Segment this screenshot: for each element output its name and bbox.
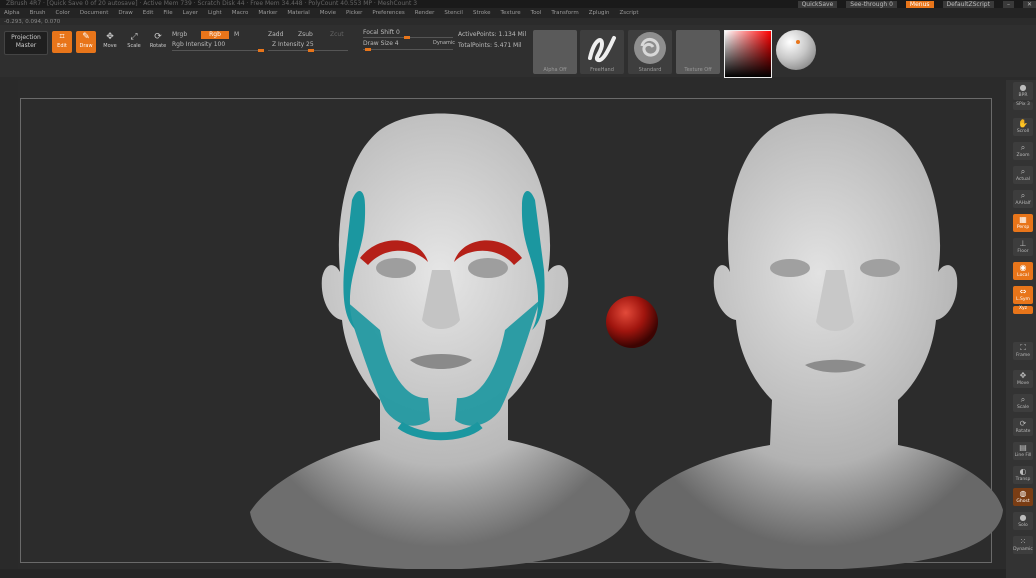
- actual-icon: ⌕: [1020, 167, 1026, 176]
- rotate-view-icon: ⟳: [1019, 419, 1027, 428]
- dynamic-label: Dynamic: [1013, 547, 1033, 552]
- solo-icon: ●: [1019, 513, 1027, 522]
- xyz-label: Xyz: [1018, 306, 1028, 311]
- zoom-label: Zoom: [1016, 153, 1030, 158]
- bpr-label: BPR: [1018, 93, 1028, 98]
- spix-slider[interactable]: SPix 3: [1013, 102, 1033, 110]
- xyz-button[interactable]: Xyz: [1013, 306, 1033, 314]
- actual-label: Actual: [1015, 177, 1031, 182]
- scale-view-label: Scale: [1016, 405, 1030, 410]
- scale-view-button[interactable]: ⌕ Scale: [1013, 394, 1033, 412]
- bpr-icon: ●: [1019, 83, 1027, 92]
- ghost-button[interactable]: ◍ Ghost: [1013, 488, 1033, 506]
- move-view-label: Move: [1016, 381, 1030, 386]
- symmetry-icon: ⇔: [1019, 287, 1027, 296]
- ghost-icon: ◍: [1019, 489, 1027, 498]
- solo-label: Solo: [1018, 523, 1028, 528]
- floor-label: Floor: [1017, 249, 1029, 254]
- floor-button[interactable]: ⊥ Floor: [1013, 238, 1033, 256]
- transp-button[interactable]: ◐ Transp: [1013, 466, 1033, 484]
- local-button[interactable]: ◉ Local: [1013, 262, 1033, 280]
- bottom-shelf: [0, 569, 1006, 578]
- frame-icon: ⛶: [1020, 343, 1026, 352]
- scroll-button[interactable]: ✋ Scroll: [1013, 118, 1033, 136]
- local-label: Local: [1017, 273, 1029, 278]
- scene-render: [250, 113, 1003, 571]
- window-close-icon[interactable]: ✕: [1022, 0, 1036, 8]
- aahalf-label: AAHalf: [1015, 201, 1031, 206]
- lsym-button[interactable]: ⇔ L.Sym: [1013, 286, 1033, 304]
- hand-icon: ✋: [1018, 119, 1028, 128]
- right-shelf: ● BPR SPix 3 ✋ Scroll ⌕ Zoom ⌕ Actual ⌕ AAHal…: [1006, 80, 1036, 578]
- rotate-view-button[interactable]: ⟳ Rotate: [1013, 418, 1033, 436]
- lsym-label: L.Sym: [1016, 297, 1030, 302]
- magnifier-icon: ⌕: [1020, 143, 1026, 152]
- persp-label: Persp: [1016, 225, 1030, 230]
- rotate-view-label: Rotate: [1015, 429, 1031, 434]
- floor-icon: ⊥: [1019, 239, 1027, 248]
- perspective-grid-icon: ▦: [1019, 215, 1027, 224]
- frame-button[interactable]: ⛶ Frame: [1013, 342, 1033, 360]
- local-icon: ◉: [1019, 263, 1027, 272]
- move-view-button[interactable]: ✥ Move: [1013, 370, 1033, 388]
- polyframe-icon: ▤: [1019, 443, 1027, 452]
- transp-label: Transp: [1015, 477, 1031, 482]
- bpr-button[interactable]: ● BPR: [1013, 82, 1033, 100]
- anatomy-head-model[interactable]: [250, 113, 630, 571]
- red-sphere-model[interactable]: [606, 296, 658, 348]
- persp-button[interactable]: ▦ Persp: [1013, 214, 1033, 232]
- zoom-button[interactable]: ⌕ Zoom: [1013, 142, 1033, 160]
- scroll-label: Scroll: [1016, 129, 1030, 134]
- actual-button[interactable]: ⌕ Actual: [1013, 166, 1033, 184]
- solo-button[interactable]: ● Solo: [1013, 512, 1033, 530]
- line-fill-button[interactable]: ▤ Line Fill: [1013, 442, 1033, 460]
- dynamic-solo-button[interactable]: ⁙ Dynamic: [1013, 536, 1033, 554]
- aahalf-icon: ⌕: [1020, 191, 1026, 200]
- move-view-icon: ✥: [1019, 371, 1027, 380]
- ghost-label: Ghost: [1016, 499, 1030, 504]
- aahalf-button[interactable]: ⌕ AAHalf: [1013, 190, 1033, 208]
- line-fill-label: Line Fill: [1014, 453, 1032, 458]
- dynamic-icon: ⁙: [1019, 537, 1027, 546]
- scale-view-icon: ⌕: [1020, 395, 1026, 404]
- frame-label: Frame: [1015, 353, 1031, 358]
- base-head-model[interactable]: [635, 113, 1003, 571]
- spix-label: SPix 3: [1016, 102, 1030, 107]
- transparency-icon: ◐: [1019, 467, 1027, 476]
